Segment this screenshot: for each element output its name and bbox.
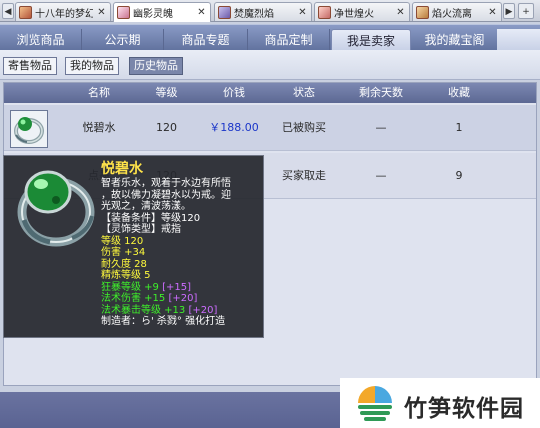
browser-tab-strip: ◀ 十八年的梦幻 ✕ 幽影灵魄 ✕ 焚魔烈焰 ✕ 净世煌火 ✕ 焰火流离 ✕ ▶…	[0, 0, 540, 22]
tab-label: 十八年的梦幻	[35, 8, 93, 20]
col-days: 剩余天数	[359, 86, 403, 99]
tab-2[interactable]: 幽影灵魄 ✕	[113, 2, 211, 22]
table-row[interactable]: 悦碧水 120 ￥188.00 已被购买 — 1	[4, 105, 536, 151]
item-name[interactable]: 悦碧水	[64, 105, 134, 151]
tooltip-bonus-extra: [+20]	[188, 304, 218, 316]
item-price: ￥188.00	[209, 121, 259, 134]
close-icon[interactable]: ✕	[196, 7, 207, 18]
item-fav: 1	[455, 121, 463, 134]
close-icon[interactable]: ✕	[297, 7, 308, 18]
col-name: 名称	[88, 86, 110, 99]
game-avatar-icon	[19, 5, 32, 19]
tab-5[interactable]: 焰火流离 ✕	[412, 2, 502, 21]
tab-1[interactable]: 十八年的梦幻 ✕	[15, 2, 111, 21]
close-icon[interactable]: ✕	[395, 7, 406, 18]
table-header: 名称 等级 价钱 状态 剩余天数 收藏	[4, 83, 536, 103]
tooltip-desc-line: ，故以佛力凝碧水以为戒。迎	[101, 189, 231, 201]
tab-scroll-right-icon[interactable]: ▶	[503, 3, 515, 19]
subtab-consign[interactable]: 寄售物品	[3, 57, 57, 75]
main-nav: 浏览商品 公示期 商品专题 商品定制 我是卖家 我的藏宝阁	[0, 24, 540, 51]
item-level: 120	[156, 121, 177, 134]
close-icon[interactable]: ✕	[487, 7, 498, 18]
nav-treasure[interactable]: 我的藏宝阁	[412, 29, 498, 51]
nav-topics[interactable]: 商品专题	[164, 29, 248, 51]
close-icon[interactable]: ✕	[96, 7, 107, 18]
ring-item-icon[interactable]	[10, 110, 48, 148]
tab-3[interactable]: 焚魔烈焰 ✕	[214, 2, 312, 21]
tooltip-stat: 伤害 +34	[101, 247, 146, 258]
tab-scroll-left-icon[interactable]: ◀	[2, 3, 14, 19]
col-status: 状态	[293, 86, 315, 99]
tooltip-stat: 精炼等级 5	[101, 270, 151, 281]
tooltip-bonus-extra: [+15]	[162, 281, 192, 293]
item-status: 买家取走	[282, 169, 326, 182]
tooltip-maker: 制造者：ら' 杀戮° 强化打造	[101, 316, 226, 327]
ring-large-icon	[12, 162, 98, 252]
tooltip-stat: 耐久度 28	[101, 258, 147, 270]
item-tooltip: 悦碧水 智者乐水，观着于水边有所悟 ，故以佛力凝碧水以为戒。迎 光观之，清波荡漾…	[3, 155, 264, 338]
sub-tabs: 寄售物品 我的物品 历史物品	[0, 50, 540, 80]
item-days: —	[375, 121, 387, 134]
item-fav: 9	[455, 169, 463, 182]
nav-browse[interactable]: 浏览商品	[0, 29, 82, 51]
item-days: —	[375, 169, 387, 182]
nav-custom[interactable]: 商品定制	[248, 29, 330, 51]
subtab-history[interactable]: 历史物品	[129, 57, 183, 75]
tooltip-stat: 等级 120	[101, 235, 144, 247]
new-tab-icon[interactable]: +	[518, 3, 534, 19]
game-avatar-icon	[416, 5, 429, 19]
watermark: 竹笋软件园	[340, 378, 540, 428]
game-avatar-icon	[218, 5, 231, 19]
tooltip-equip-level: 【装备条件】等级120	[101, 212, 201, 224]
tooltip-bonus: 狂暴等级 +9	[101, 281, 159, 293]
tooltip-title: 悦碧水	[101, 161, 143, 177]
tooltip-bonus-extra: [+20]	[168, 293, 198, 304]
watermark-text: 竹笋软件园	[404, 396, 524, 422]
tab-label: 焚魔烈焰	[234, 8, 274, 20]
tab-label: 焰火流离	[432, 8, 472, 20]
game-avatar-icon	[318, 5, 331, 19]
bamboo-logo-icon	[354, 382, 396, 424]
col-level: 等级	[155, 86, 178, 99]
nav-publicity[interactable]: 公示期	[82, 29, 164, 51]
tooltip-bonus: 法术暴击等级 +13	[101, 304, 186, 316]
tooltip-text: 悦碧水 智者乐水，观着于水边有所悟 ，故以佛力凝碧水以为戒。迎 光观之，清波荡漾…	[101, 161, 261, 328]
col-price: 价钱	[223, 86, 245, 99]
item-status: 已被购买	[282, 121, 326, 134]
game-avatar-icon	[117, 6, 130, 19]
tab-4[interactable]: 净世煌火 ✕	[314, 2, 410, 21]
tab-label: 净世煌火	[334, 8, 374, 20]
tooltip-bonus: 法术伤害 +15	[101, 293, 166, 304]
tooltip-desc-line: 光观之，清波荡漾。	[101, 201, 191, 212]
col-fav: 收藏	[448, 86, 470, 99]
tab-label: 幽影灵魄	[133, 9, 173, 20]
tooltip-desc-line: 智者乐水，观着于水边有所悟	[101, 178, 231, 189]
tooltip-equip-type: 【灵饰类型】戒指	[101, 224, 181, 235]
nav-seller[interactable]: 我是卖家	[331, 29, 411, 51]
subtab-my-items[interactable]: 我的物品	[65, 57, 119, 75]
nav-edge	[497, 29, 540, 51]
